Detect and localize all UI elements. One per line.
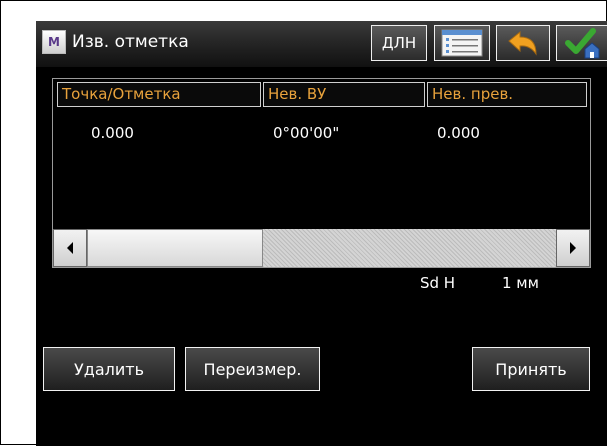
scrollbar-track[interactable] <box>263 229 556 267</box>
remeasure-button[interactable]: Переизмер. <box>185 347 320 391</box>
column-header-mismatch-va[interactable]: Нев. ВУ <box>263 82 425 107</box>
accept-button[interactable]: Принять <box>472 347 590 391</box>
horizontal-scrollbar[interactable] <box>53 229 590 267</box>
scroll-right-button[interactable] <box>556 229 590 267</box>
data-table[interactable]: Точка/Отметка Нев. ВУ Нев. прев. 0.000 0… <box>52 78 591 268</box>
column-header-mismatch-dh[interactable]: Нев. прев. <box>427 82 587 107</box>
table-cell: 0°00'00" <box>273 124 340 142</box>
column-header-point-elevation[interactable]: Точка/Отметка <box>57 82 261 107</box>
scroll-left-button[interactable] <box>53 229 87 267</box>
arrow-right-icon <box>570 242 576 254</box>
list-icon <box>441 29 483 57</box>
device-screen: M Изв. отметка ДЛН Точка/Отметка Нев. ВУ… <box>36 21 607 446</box>
title-bar: M Изв. отметка ДЛН <box>36 21 607 67</box>
arrow-left-icon <box>67 242 73 254</box>
checkmark-house-icon <box>565 28 600 59</box>
undo-button[interactable] <box>496 25 550 61</box>
table-cell: 0.000 <box>91 124 134 142</box>
delete-button[interactable]: Удалить <box>43 347 175 391</box>
dln-button[interactable]: ДЛН <box>371 25 427 61</box>
sd-h-label: Sd H <box>420 274 456 292</box>
ok-button[interactable] <box>556 25 607 61</box>
app-menu-icon[interactable]: M <box>42 30 66 54</box>
app-icon-letter: M <box>48 35 60 49</box>
remeasure-button-label: Переизмер. <box>203 359 302 379</box>
scrollbar-thumb[interactable] <box>87 229 263 267</box>
dln-button-label: ДЛН <box>381 34 417 52</box>
undo-arrow-icon <box>508 30 537 56</box>
table-cell: 0.000 <box>437 124 480 142</box>
page-title: Изв. отметка <box>72 32 189 52</box>
list-button[interactable] <box>434 25 490 61</box>
accept-button-label: Принять <box>495 359 567 379</box>
delete-button-label: Удалить <box>74 359 144 379</box>
sd-h-value: 1 мм <box>502 274 539 292</box>
screenshot-frame: M Изв. отметка ДЛН Точка/Отметка Нев. ВУ… <box>0 0 607 446</box>
